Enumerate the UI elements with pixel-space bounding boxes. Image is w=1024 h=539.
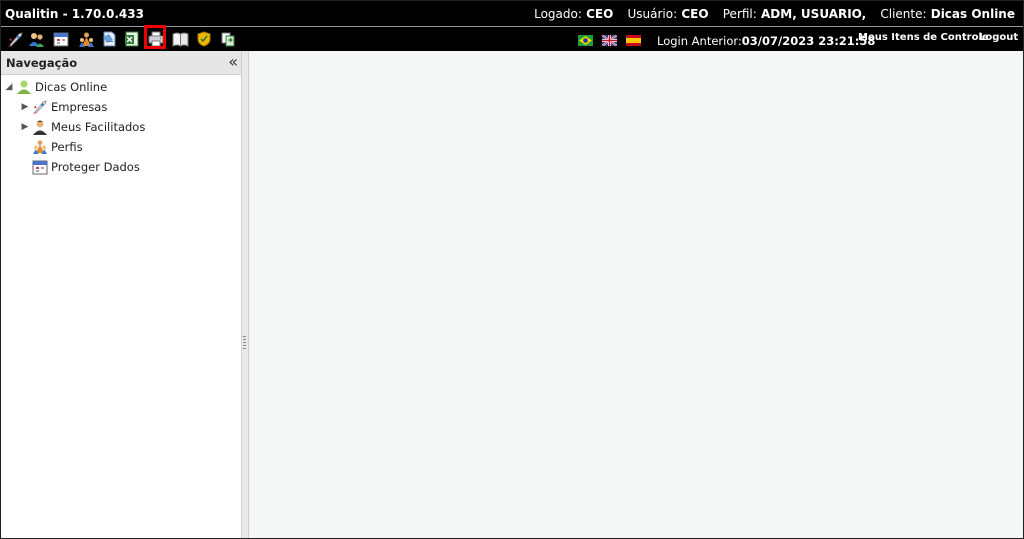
panel-splitter[interactable] <box>242 51 249 538</box>
calendar-icon[interactable] <box>52 30 70 48</box>
calendar-icon <box>32 159 48 175</box>
tree-node-root[interactable]: ◢ Dicas Online <box>4 78 107 96</box>
perfil-label: Perfil: <box>722 7 757 21</box>
app-window: Qualitin - 1.70.0.433 Logado: CEO Usuári… <box>0 0 1024 539</box>
session-info: Logado: CEO Usuário: CEO Perfil: ADM, US… <box>524 7 1015 21</box>
users-icon[interactable] <box>27 30 45 48</box>
printer-highlight-box <box>144 25 166 49</box>
logado-value: CEO <box>586 7 614 21</box>
navigation-title: Navegação <box>6 56 78 70</box>
rocket-icon[interactable] <box>6 30 24 48</box>
flag-brazil-icon[interactable] <box>578 31 593 46</box>
profiles-icon <box>32 139 48 155</box>
app-title: Qualitin - 1.70.0.433 <box>5 7 144 21</box>
profiles-icon[interactable] <box>77 30 95 48</box>
tree-collapsed-icon[interactable]: ▶ <box>20 122 30 132</box>
tree-node-label: Empresas <box>51 100 108 114</box>
tree-node-proteger-dados[interactable]: Proteger Dados <box>30 158 140 176</box>
tree-expanded-icon[interactable]: ◢ <box>4 82 14 92</box>
excel-icon[interactable] <box>123 30 141 48</box>
previous-login-label: Login Anterior: <box>657 34 742 48</box>
refresh-icon[interactable] <box>219 30 237 48</box>
navigation-panel: Navegação « ◢ Dicas Online ▶ Empresas ▶ <box>1 51 242 538</box>
perfil-value: ADM, USUARIO, <box>761 7 867 21</box>
flag-spain-icon[interactable] <box>626 31 641 46</box>
title-bar: Qualitin - 1.70.0.433 Logado: CEO Usuári… <box>1 1 1023 26</box>
book-icon[interactable] <box>171 30 189 48</box>
previous-login-value: 03/07/2023 23:21:58 <box>741 34 876 48</box>
flag-uk-icon[interactable] <box>601 31 618 47</box>
tree-collapsed-icon[interactable]: ▶ <box>20 102 30 112</box>
tree-node-label: Proteger Dados <box>51 160 140 174</box>
meus-itens-link[interactable]: Meus Itens de Controle <box>858 32 989 43</box>
collapse-panel-button[interactable]: « <box>228 52 238 71</box>
tree-node-meus-facilitados[interactable]: ▶ Meus Facilitados <box>20 118 145 136</box>
tree-node-label: Meus Facilitados <box>51 120 146 134</box>
tree-node-label: Perfis <box>51 140 83 154</box>
previous-login: Login Anterior:03/07/2023 23:21:58 <box>657 34 875 48</box>
cliente-label: Cliente: <box>880 7 927 21</box>
tree-node-label: Dicas Online <box>35 80 108 94</box>
tree-node-empresas[interactable]: ▶ Empresas <box>20 98 107 116</box>
navigation-header: Navegação « <box>1 51 241 75</box>
user-icon <box>32 119 48 135</box>
cliente-value: Dicas Online <box>930 7 1015 21</box>
usuario-label: Usuário: <box>627 7 678 21</box>
usuario-value: CEO <box>681 7 709 21</box>
rocket-icon <box>32 99 48 115</box>
logado-label: Logado: <box>534 7 582 21</box>
tree-node-perfis[interactable]: Perfis <box>30 138 83 156</box>
shield-icon[interactable] <box>195 30 213 48</box>
document-icon[interactable] <box>100 30 118 48</box>
company-user-icon <box>16 79 32 95</box>
logout-link[interactable]: Logout <box>979 32 1018 43</box>
splitter-grip-icon[interactable] <box>243 336 246 350</box>
main-content-area <box>249 51 1023 538</box>
